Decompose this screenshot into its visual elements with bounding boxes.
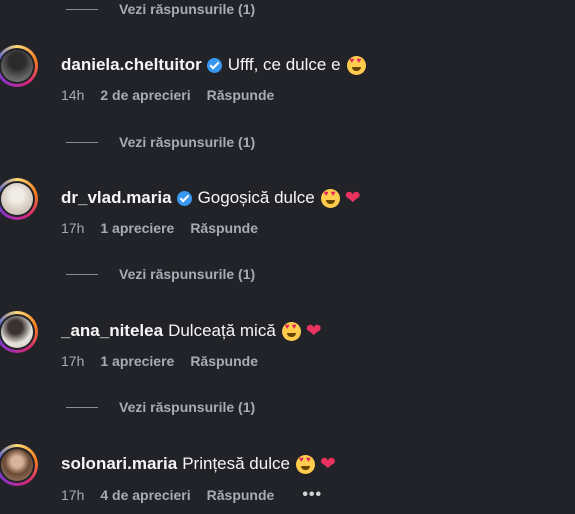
view-replies-toggle[interactable]: Vezi răspunsurile (1) (66, 132, 255, 152)
comment-text: Dulceață mică (168, 321, 276, 340)
avatar[interactable] (0, 178, 38, 220)
comment-text: Gogoșică dulce (197, 188, 315, 207)
comment-timestamp[interactable]: 17h (61, 487, 84, 503)
comment-username[interactable]: _ana_nitelea (61, 321, 163, 341)
comment-likes[interactable]: 1 apreciere (100, 353, 174, 369)
reply-button[interactable]: Răspunde (190, 353, 258, 369)
heart-emoji-icon: ❤ (319, 453, 336, 475)
comment-likes[interactable]: 4 de aprecieri (100, 487, 190, 503)
avatar[interactable] (0, 45, 38, 87)
view-replies-label[interactable]: Vezi răspunsurile (1) (119, 1, 255, 17)
view-replies-toggle[interactable]: Vezi răspunsurile (1) (66, 264, 255, 284)
comment-item: solonari.maria Prințesă dulce ❤ 17h 4 de… (0, 444, 575, 514)
heart-emoji-icon: ❤ (344, 187, 361, 209)
comment-timestamp[interactable]: 17h (61, 353, 84, 369)
reply-divider-line (66, 141, 98, 143)
comment-item: daniela.cheltuitor Ufff, ce dulce e 14h … (0, 45, 575, 115)
verified-badge-icon (176, 190, 192, 206)
avatar[interactable] (0, 444, 38, 486)
reply-divider-line (66, 273, 98, 275)
view-replies-toggle[interactable]: Vezi răspunsurile (1) (66, 397, 255, 417)
comment-likes[interactable]: 2 de aprecieri (100, 87, 190, 103)
verified-badge-icon (206, 57, 222, 73)
view-replies-label[interactable]: Vezi răspunsurile (1) (119, 399, 255, 415)
heart-eyes-emoji-icon (295, 454, 315, 474)
more-options-icon[interactable]: ••• (302, 486, 322, 504)
comment-text: Prințesă dulce (182, 454, 290, 473)
comment-likes[interactable]: 1 apreciere (100, 220, 174, 236)
comment-text: Ufff, ce dulce e (227, 55, 341, 74)
heart-eyes-emoji-icon (346, 55, 366, 75)
comment-timestamp[interactable]: 17h (61, 220, 84, 236)
comment-item: dr_vlad.maria Gogoșică dulce ❤ 17h 1 apr… (0, 178, 575, 248)
reply-button[interactable]: Răspunde (207, 87, 275, 103)
reply-button[interactable]: Răspunde (190, 220, 258, 236)
heart-eyes-emoji-icon (281, 321, 301, 341)
comment-timestamp[interactable]: 14h (61, 87, 84, 103)
heart-emoji-icon: ❤ (305, 320, 322, 342)
comment-item: _ana_nitelea Dulceață mică ❤ 17h 1 aprec… (0, 311, 575, 381)
view-replies-label[interactable]: Vezi răspunsurile (1) (119, 134, 255, 150)
reply-button[interactable]: Răspunde (207, 487, 275, 503)
avatar[interactable] (0, 311, 38, 353)
comment-username[interactable]: daniela.cheltuitor (61, 55, 202, 75)
reply-divider-line (66, 406, 98, 408)
reply-divider-line (66, 8, 98, 10)
comment-username[interactable]: dr_vlad.maria (61, 188, 172, 208)
comment-username[interactable]: solonari.maria (61, 454, 177, 474)
view-replies-toggle[interactable]: Vezi răspunsurile (1) (66, 0, 255, 19)
heart-eyes-emoji-icon (320, 188, 340, 208)
view-replies-label[interactable]: Vezi răspunsurile (1) (119, 266, 255, 282)
